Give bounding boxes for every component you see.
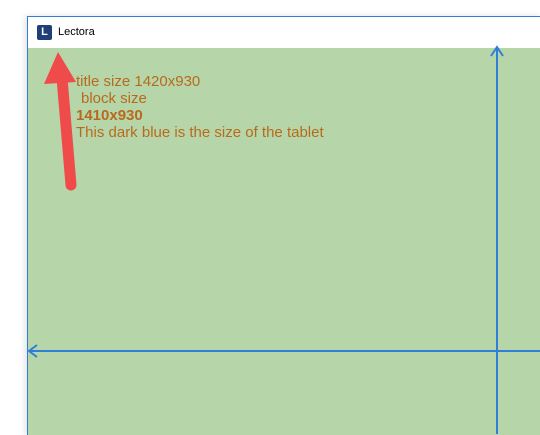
note-tablet-size: This dark blue is the size of the tablet <box>76 124 324 141</box>
note-block-dimensions: 1410x930 <box>76 107 143 124</box>
title-bar[interactable]: L Lectora <box>28 17 540 48</box>
app-window: L Lectora title size 1420x930 block size… <box>27 16 540 435</box>
lectora-logo-icon: L <box>37 25 52 40</box>
content-area: title size 1420x930 block size 1410x930 … <box>28 48 540 435</box>
note-block-size: block size <box>81 90 147 107</box>
note-title-size: title size 1420x930 <box>76 73 201 90</box>
window-title: Lectora <box>58 26 95 38</box>
notes-text-block: title size 1420x930 block size 1410x930 … <box>76 73 324 141</box>
